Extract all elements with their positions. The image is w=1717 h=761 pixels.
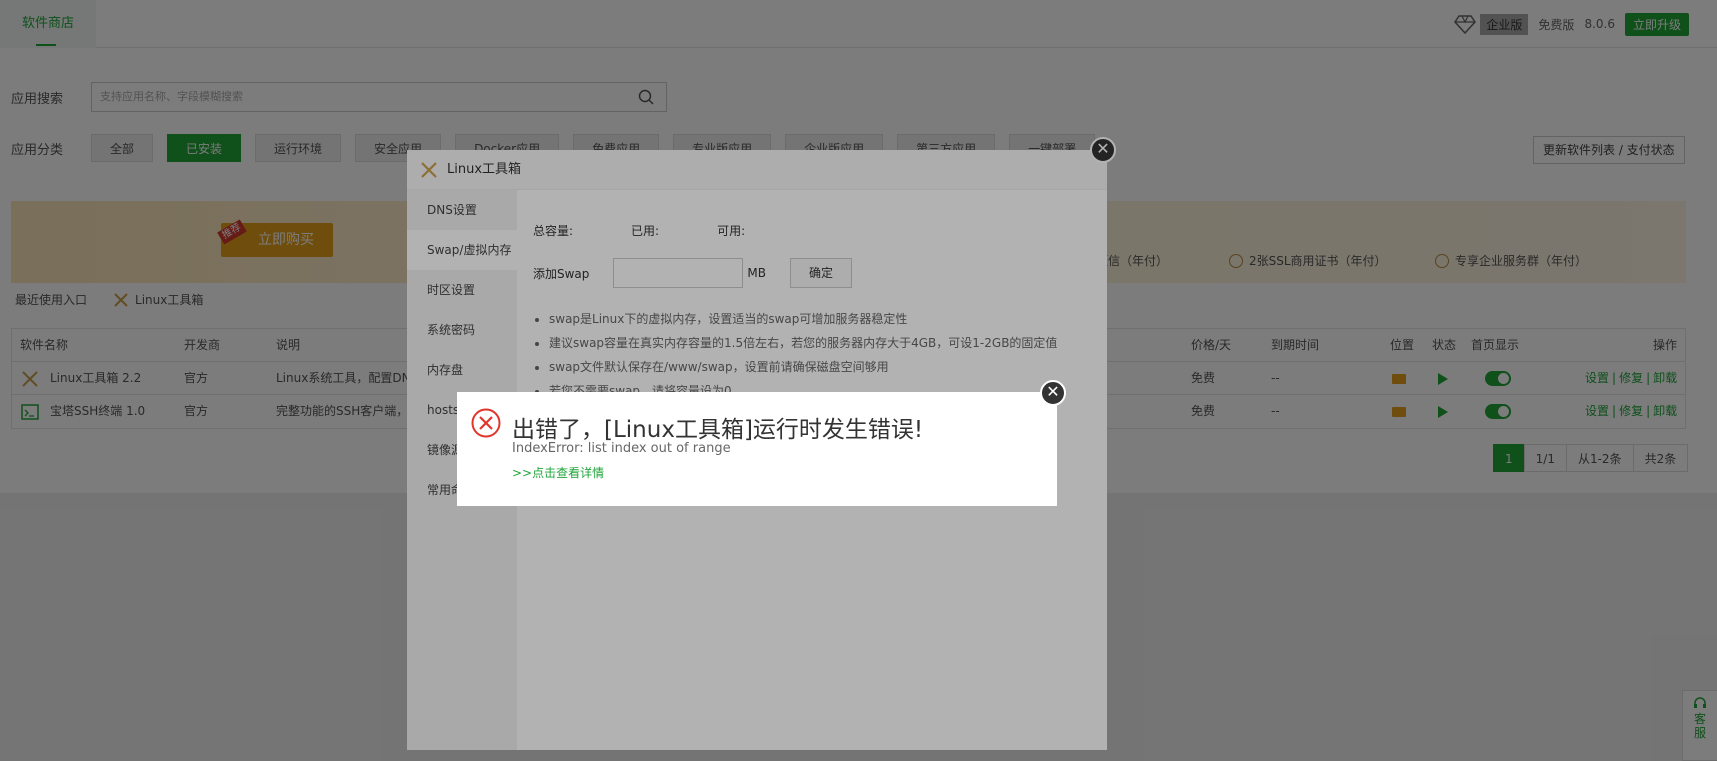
error-title: 出错了，[Linux工具箱]运行时发生错误! xyxy=(512,417,924,443)
error-icon xyxy=(471,408,501,438)
view-details-link[interactable]: >>点击查看详情 xyxy=(512,464,604,481)
error-backdrop[interactable] xyxy=(0,0,1717,761)
error-close-button[interactable]: ✕ xyxy=(1040,380,1066,406)
error-message: IndexError: list index out of range xyxy=(512,441,731,456)
error-dialog: 出错了，[Linux工具箱]运行时发生错误! IndexError: list … xyxy=(457,392,1057,506)
